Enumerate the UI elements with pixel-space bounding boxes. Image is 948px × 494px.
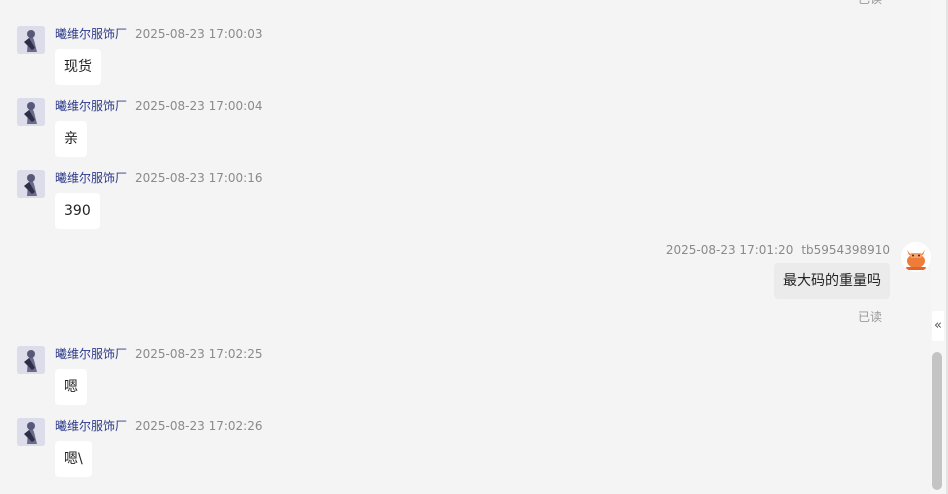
message-meta: 曦维尔服饰厂 2025-08-23 17:00:03 xyxy=(55,26,262,42)
seller-avatar-icon[interactable] xyxy=(17,418,45,446)
message-time: 2025-08-23 17:00:03 xyxy=(135,27,263,41)
message-bubble[interactable]: 亲 xyxy=(55,121,87,157)
read-status: 已读 xyxy=(857,310,882,324)
message-time: 2025-08-23 17:00:04 xyxy=(135,99,263,113)
sender-name[interactable]: tb5954398910 xyxy=(801,243,890,257)
message-meta: 曦维尔服饰厂 2025-08-23 17:00:16 xyxy=(55,170,262,186)
buyer-avatar-icon[interactable] xyxy=(901,242,931,272)
message-bubble[interactable]: 嗯 xyxy=(55,369,87,405)
message-time: 2025-08-23 17:02:26 xyxy=(135,419,263,433)
message-meta: 2025-08-23 17:01:20 tb5954398910 xyxy=(666,242,890,258)
sender-name[interactable]: 曦维尔服饰厂 xyxy=(55,27,127,41)
sender-name[interactable]: 曦维尔服饰厂 xyxy=(55,419,127,433)
scrollbar-thumb[interactable] xyxy=(932,352,942,490)
double-chevron-left-icon[interactable]: « xyxy=(932,311,944,341)
sender-name[interactable]: 曦维尔服饰厂 xyxy=(55,347,127,361)
message-time: 2025-08-23 17:01:20 xyxy=(665,243,794,257)
read-status: 已读 xyxy=(858,0,882,7)
sender-name[interactable]: 曦维尔服饰厂 xyxy=(55,99,127,113)
message-meta: 曦维尔服饰厂 2025-08-23 17:02:25 xyxy=(55,346,262,362)
chat-message-list[interactable]: 已读 曦维尔服饰厂 2025-08-23 17:00:03 现货 xyxy=(0,0,948,494)
sender-name[interactable]: 曦维尔服饰厂 xyxy=(55,171,127,185)
message-time: 2025-08-23 17:02:25 xyxy=(135,347,263,361)
message-time: 2025-08-23 17:00:16 xyxy=(135,171,263,185)
message-item-outgoing: 2025-08-23 17:01:20 tb5954398910 最大码的重量吗 … xyxy=(631,242,931,332)
message-bubble[interactable]: 现货 xyxy=(55,49,101,85)
seller-avatar-icon[interactable] xyxy=(17,26,45,54)
seller-avatar-icon[interactable] xyxy=(17,170,45,198)
message-bubble[interactable]: 390 xyxy=(55,193,100,229)
message-bubble[interactable]: 最大码的重量吗 xyxy=(774,263,890,299)
message-meta: 曦维尔服饰厂 2025-08-23 17:02:26 xyxy=(55,418,262,434)
message-bubble[interactable]: 嗯\ xyxy=(55,441,92,477)
seller-avatar-icon[interactable] xyxy=(17,98,45,126)
message-meta: 曦维尔服饰厂 2025-08-23 17:00:04 xyxy=(55,98,262,114)
seller-avatar-icon[interactable] xyxy=(17,346,45,374)
